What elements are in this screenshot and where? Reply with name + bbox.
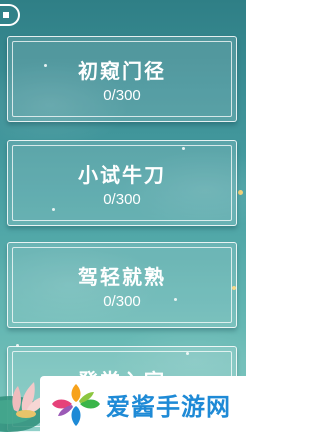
level-select-screen: 初窥门径 0/300 小试牛刀 0/300 驾轻就熟 0/300 登堂入室 (0, 0, 246, 432)
level-card-1[interactable]: 初窥门径 0/300 (7, 36, 237, 122)
level-progress: 0/300 (103, 191, 141, 208)
level-title: 驾轻就熟 (78, 265, 166, 289)
back-icon (3, 12, 9, 18)
watermark-logo-icon (52, 384, 100, 426)
back-button[interactable] (0, 4, 20, 26)
level-card-3[interactable]: 驾轻就熟 0/300 (7, 242, 237, 328)
level-title: 初窥门径 (78, 59, 166, 83)
sparkle (238, 190, 243, 195)
level-progress: 0/300 (103, 293, 141, 310)
watermark-text: 爱酱手游网 (106, 393, 231, 421)
watermark-banner: 爱酱手游网 (40, 376, 246, 432)
level-card-2[interactable]: 小试牛刀 0/300 (7, 140, 237, 226)
level-progress: 0/300 (103, 87, 141, 104)
level-title: 小试牛刀 (78, 163, 166, 187)
